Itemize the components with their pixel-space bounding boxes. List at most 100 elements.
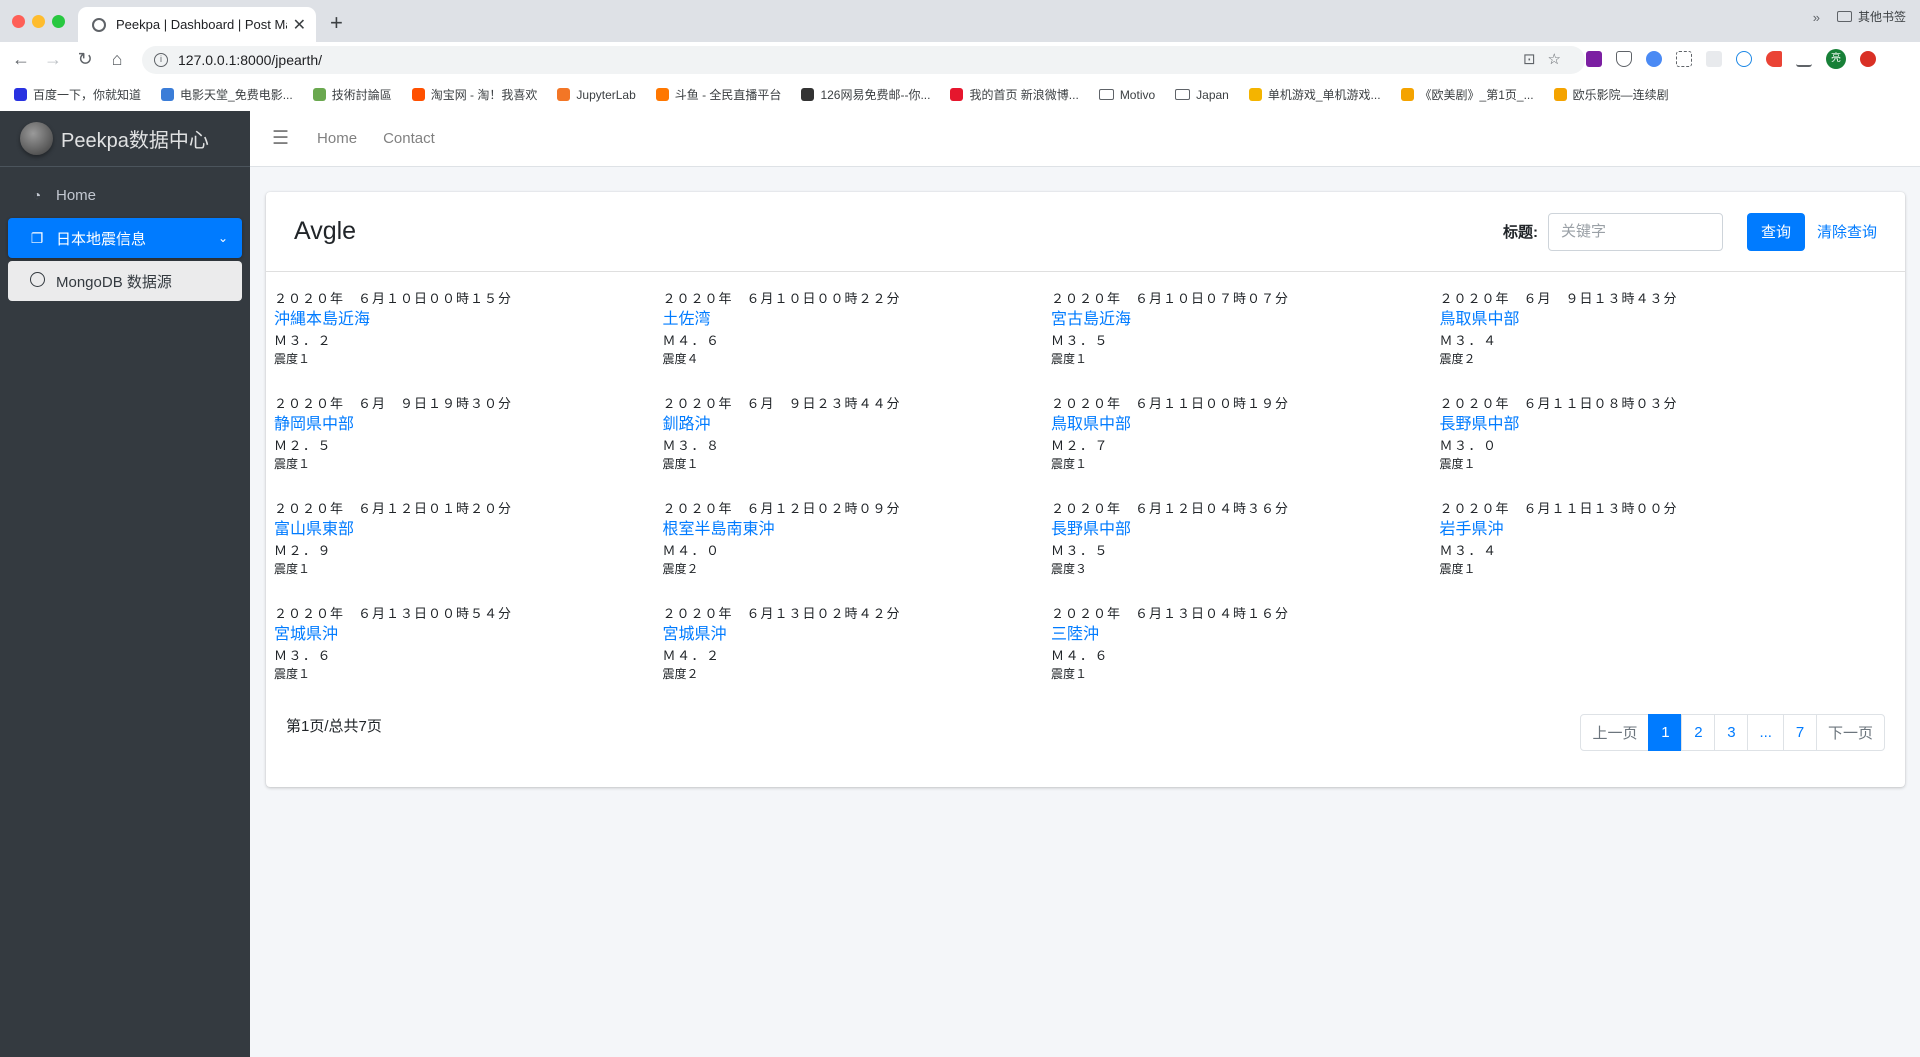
earthquake-place-link[interactable]: 三陸沖 xyxy=(1051,623,1440,646)
search-label: 标题: xyxy=(1502,224,1538,241)
brand-text: Peekpa数据中心 xyxy=(61,130,209,152)
earthquake-place-link[interactable]: 釧路沖 xyxy=(663,413,1052,436)
favicon-icon xyxy=(161,88,175,101)
other-bookmarks[interactable]: 其他书签 xyxy=(1836,0,1906,33)
reading-list-icon[interactable] xyxy=(1796,51,1812,67)
sidebar-nav: ◔ Home ❐ 日本地震信息 ⌄ MongoDB 数据源 xyxy=(0,167,250,312)
bookmark-item[interactable]: 126网易免费邮--你... xyxy=(801,86,930,103)
bookmark-item[interactable]: 淘宝网 - 淘！我喜欢 xyxy=(411,86,537,103)
earthquake-magnitude: Ｍ３．４ xyxy=(1439,333,1498,348)
nav-link-contact[interactable]: Contact xyxy=(383,130,435,147)
home-icon[interactable]: ⌂ xyxy=(106,49,128,70)
query-button[interactable]: 查询 xyxy=(1746,212,1805,251)
page-number-button[interactable]: 2 xyxy=(1681,714,1716,751)
bookmark-item[interactable]: JupyterLab xyxy=(557,87,636,102)
bookmark-item[interactable]: Japan xyxy=(1175,88,1229,102)
bookmark-item[interactable]: 《欧美剧》_第1页_... xyxy=(1400,86,1534,103)
earthquake-place-link[interactable]: 長野県中部 xyxy=(1051,518,1440,541)
earthquake-place-link[interactable]: 長野県中部 xyxy=(1440,413,1829,436)
nav-link-home[interactable]: Home xyxy=(317,130,357,147)
bookmark-item[interactable]: 斗鱼 - 全民直播平台 xyxy=(655,86,782,103)
update-icon[interactable] xyxy=(1860,51,1876,67)
earthquake-magnitude: Ｍ３．５ xyxy=(1051,333,1110,348)
prev-page-button[interactable]: 上一页 xyxy=(1580,714,1650,751)
bookmark-label: 斗鱼 - 全民直播平台 xyxy=(674,88,782,102)
earthquake-item: ２０２０年 ６月１０日０７時０７分 宮古島近海 Ｍ３．５ 震度１ xyxy=(1051,289,1440,374)
page-number-button[interactable]: 7 xyxy=(1782,714,1817,751)
info-icon[interactable]: i xyxy=(154,53,168,67)
close-window-button[interactable] xyxy=(12,15,25,28)
extension-icon[interactable] xyxy=(1736,51,1752,67)
title-search-input[interactable] xyxy=(1547,212,1723,251)
bookmark-item[interactable]: Motivo xyxy=(1098,88,1155,102)
earthquake-place-link[interactable]: 鳥取県中部 xyxy=(1440,308,1829,331)
maximize-window-button[interactable] xyxy=(52,15,65,28)
extension-icon[interactable] xyxy=(1586,51,1602,67)
next-page-button[interactable]: 下一页 xyxy=(1815,714,1885,751)
earthquake-item: ２０２０年 ６月１０日００時１５分 沖縄本島近海 Ｍ３．２ 震度１ xyxy=(274,289,663,374)
brand-link[interactable]: Peekpa数据中心 xyxy=(0,111,250,167)
bookmark-item[interactable]: 百度一下，你就知道 xyxy=(14,86,141,103)
earthquake-place-link[interactable]: 宮古島近海 xyxy=(1051,308,1440,331)
clear-query-button[interactable]: 清除查询 xyxy=(1817,221,1877,242)
bookmark-label: 单机游戏_单机游戏... xyxy=(1267,88,1381,102)
bookmark-item[interactable]: 我的首页 新浪微博... xyxy=(950,86,1079,103)
menu-toggle-icon[interactable]: ☰ xyxy=(272,127,289,150)
sidebar-item-mongodb-source[interactable]: MongoDB 数据源 xyxy=(8,261,242,301)
sidebar-item-home[interactable]: ◔ Home xyxy=(8,175,242,215)
earthquake-place-link[interactable]: 宮城県沖 xyxy=(663,623,1052,646)
bookmark-label: 电影天堂_免费电影... xyxy=(180,88,293,102)
earthquake-place-link[interactable]: 土佐湾 xyxy=(663,308,1052,331)
earthquake-item: ２０２０年 ６月１０日００時２２分 土佐湾 Ｍ４．６ 震度４ xyxy=(663,289,1052,374)
bookmark-label: JupyterLab xyxy=(576,87,636,102)
earthquake-intensity: 震度１ xyxy=(1439,457,1476,471)
earthquake-magnitude: Ｍ２．５ xyxy=(274,438,333,453)
sidebar-item-japan-earthquake[interactable]: ❐ 日本地震信息 ⌄ xyxy=(8,218,242,258)
translate-icon[interactable]: ⊡ xyxy=(1523,50,1536,68)
earthquake-intensity: 震度１ xyxy=(274,352,311,366)
earthquake-place-link[interactable]: 鳥取県中部 xyxy=(1051,413,1440,436)
earthquake-place-link[interactable]: 岩手県沖 xyxy=(1440,518,1829,541)
earthquake-intensity: 震度２ xyxy=(662,667,699,681)
earthquake-place-link[interactable]: 静岡県中部 xyxy=(274,413,663,436)
earthquake-place-link[interactable]: 富山県東部 xyxy=(274,518,663,541)
bookmark-star-icon[interactable]: ☆ xyxy=(1548,50,1561,68)
earthquake-place-link[interactable]: 宮城県沖 xyxy=(274,623,663,646)
back-icon[interactable]: ← xyxy=(10,49,32,70)
globe-icon xyxy=(92,17,106,32)
bookmark-item[interactable]: 单机游戏_单机游戏... xyxy=(1248,86,1381,103)
bookmark-item[interactable]: 电影天堂_免费电影... xyxy=(161,86,293,103)
close-tab-icon[interactable]: ✕ xyxy=(293,15,306,35)
browser-tab[interactable]: Peekpa | Dashboard | Post Ma ✕ xyxy=(78,7,316,42)
shield-extension-icon[interactable] xyxy=(1616,51,1632,67)
page-number-button[interactable]: ... xyxy=(1747,714,1784,751)
bookmark-item[interactable]: 技術討論區 xyxy=(312,86,392,103)
profile-avatar[interactable]: 亮 xyxy=(1826,49,1846,69)
reload-icon[interactable]: ↻ xyxy=(74,49,96,70)
earthquake-intensity: 震度１ xyxy=(274,667,311,681)
favicon-icon xyxy=(411,88,425,101)
bookmark-item[interactable]: 欧乐影院—连续剧 xyxy=(1553,86,1669,103)
qr-extension-icon[interactable] xyxy=(1676,51,1692,67)
earthquake-time: ２０２０年 ６月１０日０７時０７分 xyxy=(1051,291,1290,306)
address-bar[interactable]: i 127.0.0.1:8000/jpearth/ ⊡ ☆ xyxy=(142,46,1585,74)
earthquake-intensity: 震度３ xyxy=(1051,562,1088,576)
brand-logo xyxy=(20,122,53,155)
page-number-button[interactable]: 1 xyxy=(1648,714,1683,751)
extension-icon[interactable] xyxy=(1646,51,1662,67)
more-bookmarks-icon[interactable]: » xyxy=(1813,10,1820,25)
page-number-button[interactable]: 3 xyxy=(1714,714,1749,751)
extension-icon[interactable] xyxy=(1766,51,1782,67)
earthquake-place-link[interactable]: 根室半島南東沖 xyxy=(663,518,1052,541)
earthquake-item: ２０２０年 ６月 ９日１３時４３分 鳥取県中部 Ｍ３．４ 震度２ xyxy=(1440,289,1829,374)
minimize-window-button[interactable] xyxy=(32,15,45,28)
bookmark-label: 126网易免费邮--你... xyxy=(820,88,931,102)
earthquake-place-link[interactable]: 沖縄本島近海 xyxy=(274,308,663,331)
earthquake-item: ２０２０年 ６月１３日０４時１６分 三陸沖 Ｍ４．６ 震度１ xyxy=(1051,604,1440,689)
forward-icon[interactable]: → xyxy=(42,49,64,70)
extension-icon[interactable] xyxy=(1706,51,1722,67)
new-tab-button[interactable]: + xyxy=(330,10,343,36)
copy-icon: ❐ xyxy=(30,229,44,246)
earthquake-item: ２０２０年 ６月１１日０８時０３分 長野県中部 Ｍ３．０ 震度１ xyxy=(1440,394,1829,479)
earthquake-magnitude: Ｍ４．６ xyxy=(662,333,721,348)
